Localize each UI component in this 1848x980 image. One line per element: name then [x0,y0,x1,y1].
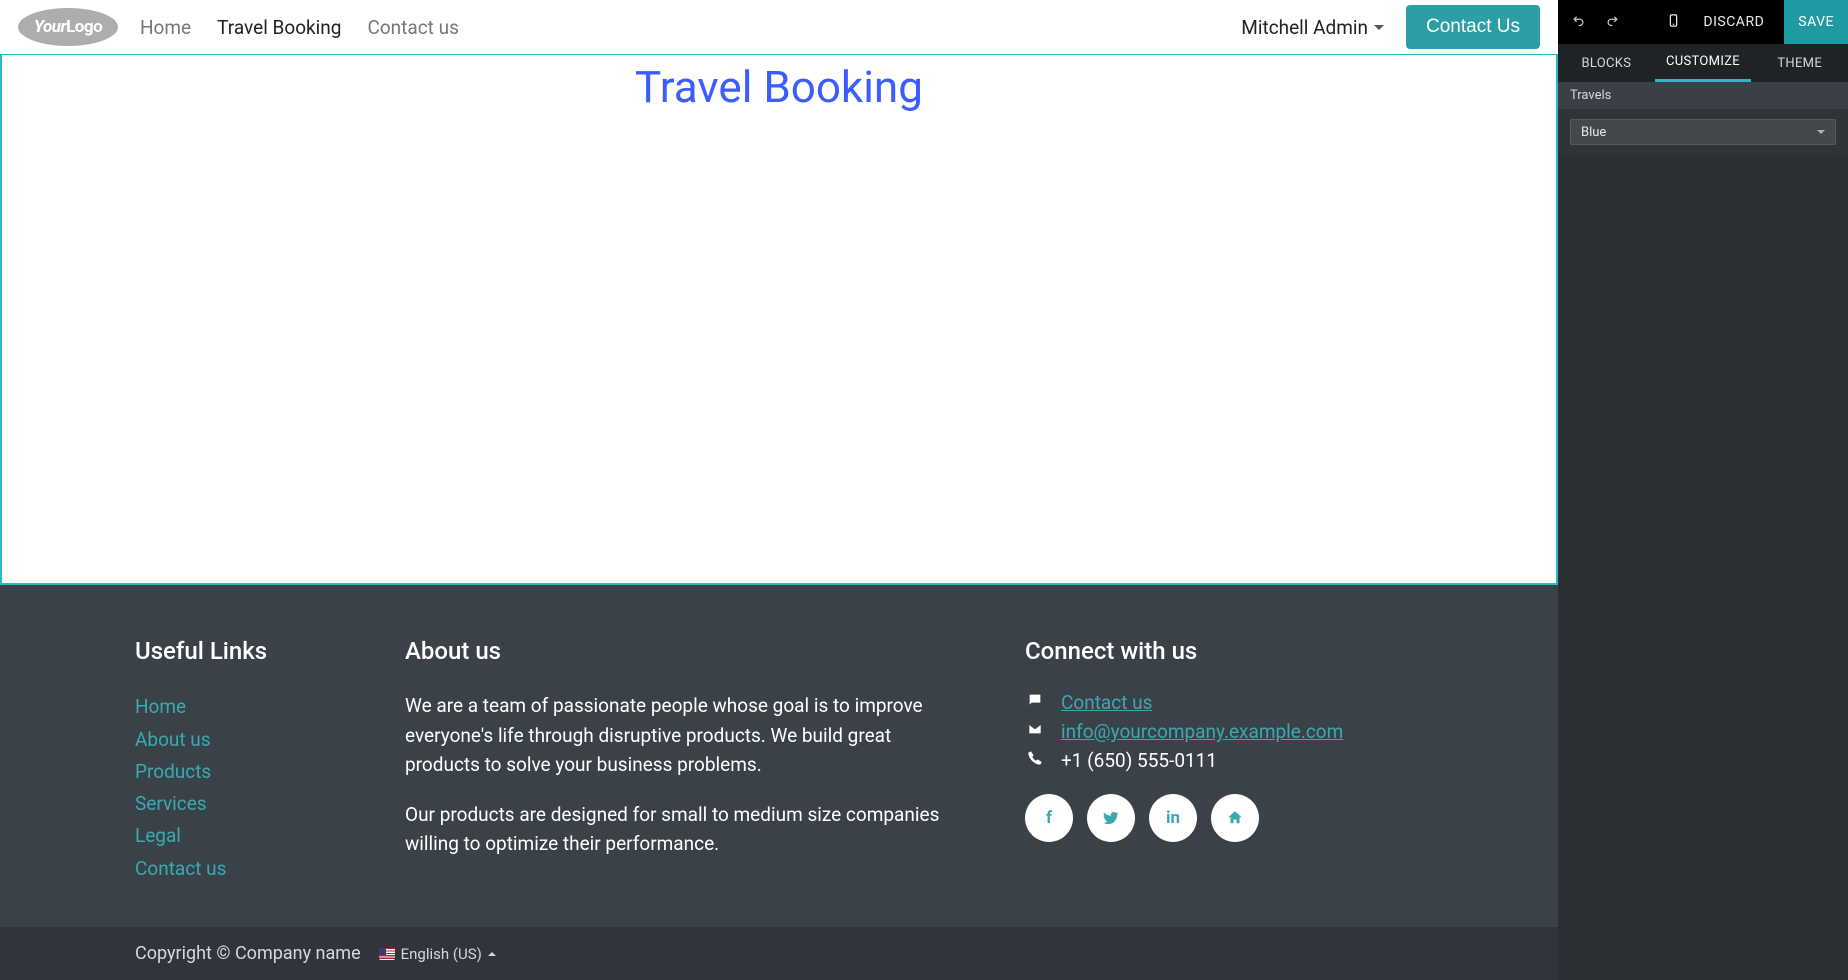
chevron-up-icon [488,952,496,956]
footer-link-about-us[interactable]: About us [135,724,345,756]
user-name: Mitchell Admin [1241,16,1368,39]
user-menu[interactable]: Mitchell Admin [1241,16,1384,39]
flag-us-icon [379,948,395,960]
linkedin-icon[interactable]: in [1149,794,1197,842]
connect-row-phone: +1 (650) 555-0111 [1025,749,1423,772]
editor-tabs: BLOCKS CUSTOMIZE THEME [1558,44,1848,82]
language-label: English (US) [401,945,482,963]
site-footer: Useful Links Home About us Products Serv… [0,585,1558,927]
editor-sidebar: DISCARD SAVE BLOCKS CUSTOMIZE THEME Trav… [1558,0,1848,980]
twitter-icon[interactable] [1087,794,1135,842]
customize-body: Blue [1558,109,1848,155]
footer-connect-heading: Connect with us [1025,637,1423,665]
page-title[interactable]: Travel Booking [2,55,1556,113]
copyright-text: Copyright © Company name [135,943,361,964]
home-icon[interactable] [1211,794,1259,842]
connect-phone-text: +1 (650) 555-0111 [1061,749,1217,772]
sub-footer: Copyright © Company name English (US) [0,927,1558,980]
top-navbar: YourLogo Home Travel Booking Contact us … [0,0,1558,54]
editable-page-frame[interactable]: Travel Booking [0,54,1558,585]
linkedin-glyph: in [1166,808,1180,828]
social-row: f in [1025,794,1423,842]
customize-section-heading: Travels [1558,82,1848,109]
footer-about-paragraph-2: Our products are designed for small to m… [405,800,965,859]
speech-bubble-icon [1025,692,1045,713]
language-selector[interactable]: English (US) [379,945,496,963]
facebook-glyph: f [1046,808,1052,828]
logo-text-logo: Logo [66,17,102,37]
footer-about: About us We are a team of passionate peo… [405,637,965,885]
connect-row-email: info@yourcompany.example.com [1025,720,1423,743]
navbar-right: Mitchell Admin Contact Us [1241,5,1540,49]
site-logo[interactable]: YourLogo [18,8,118,46]
nav-link-contact-us[interactable]: Contact us [367,16,458,39]
color-select[interactable]: Blue [1570,119,1836,145]
nav-links: Home Travel Booking Contact us [140,16,459,39]
save-button[interactable]: SAVE [1784,0,1848,44]
contact-us-button[interactable]: Contact Us [1406,5,1540,49]
tab-blocks[interactable]: BLOCKS [1558,44,1655,82]
logo-text-your: Your [34,17,66,37]
connect-row-contact: Contact us [1025,691,1423,714]
tab-theme[interactable]: THEME [1751,44,1848,82]
site-preview: YourLogo Home Travel Booking Contact us … [0,0,1558,980]
footer-connect: Connect with us Contact us info@yourcomp… [1025,637,1423,885]
connect-contact-link[interactable]: Contact us [1061,691,1152,714]
facebook-icon[interactable]: f [1025,794,1073,842]
chevron-down-icon [1374,25,1384,30]
editor-toolbar: DISCARD SAVE [1558,0,1848,44]
envelope-icon [1025,721,1045,742]
phone-icon [1025,750,1045,771]
editor-empty-area [1558,155,1848,980]
footer-link-products[interactable]: Products [135,756,345,788]
redo-button[interactable] [1602,13,1622,32]
footer-useful-links: Useful Links Home About us Products Serv… [135,637,345,885]
chevron-down-icon [1817,130,1825,134]
color-select-value: Blue [1581,125,1606,140]
nav-link-travel-booking[interactable]: Travel Booking [217,16,341,39]
footer-about-heading: About us [405,637,965,665]
nav-link-home[interactable]: Home [140,16,191,39]
tab-customize[interactable]: CUSTOMIZE [1655,44,1752,82]
discard-button[interactable]: DISCARD [1697,14,1770,30]
footer-link-contact-us[interactable]: Contact us [135,853,345,885]
mobile-preview-button[interactable] [1663,13,1683,32]
footer-link-home[interactable]: Home [135,691,345,723]
connect-email-link[interactable]: info@yourcompany.example.com [1061,720,1343,743]
undo-button[interactable] [1568,13,1588,32]
footer-link-legal[interactable]: Legal [135,820,345,852]
footer-link-services[interactable]: Services [135,788,345,820]
footer-useful-links-heading: Useful Links [135,637,345,665]
footer-about-paragraph-1: We are a team of passionate people whose… [405,691,965,779]
